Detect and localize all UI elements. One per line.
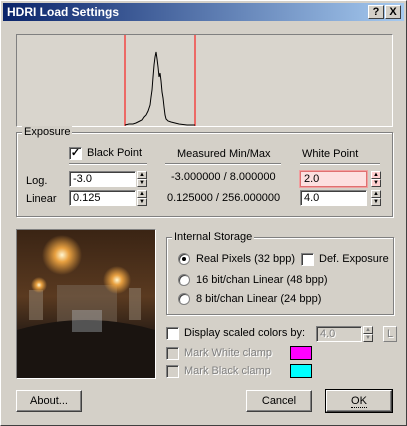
black-linear-spinner[interactable]: ▲ ▼ — [137, 190, 147, 206]
spin-up-icon[interactable]: ▲ — [137, 171, 147, 179]
black-point-label: Black Point — [87, 147, 143, 159]
display-scaled-input[interactable]: 4.0 — [316, 326, 362, 342]
white-log-spinner[interactable]: ▲ ▼ — [371, 171, 381, 187]
histogram-curve — [124, 51, 195, 126]
measured-linear-value: 0.125000 / 256.000000 — [167, 192, 281, 204]
measured-log-value: -3.000000 / 8.000000 — [171, 171, 276, 183]
hdri-load-settings-dialog: HDRI Load Settings ? X Exposure ✓ Black … — [0, 0, 407, 426]
histogram-plot — [124, 35, 196, 126]
storage-8bit-radio[interactable] — [178, 293, 190, 305]
cancel-button[interactable]: Cancel — [246, 390, 312, 412]
mark-black-clamp-checkbox[interactable] — [166, 365, 179, 378]
exposure-group-label: Exposure — [22, 126, 73, 138]
black-linear-input[interactable]: 0.125 — [69, 190, 136, 206]
log-row-label: Log. — [26, 175, 48, 187]
storage-16bit-radio[interactable] — [178, 274, 190, 286]
title-bar[interactable]: HDRI Load Settings ? X — [3, 3, 404, 21]
spin-up-icon[interactable]: ▲ — [137, 190, 147, 198]
storage-real-pixels-radio[interactable] — [178, 253, 190, 265]
spin-down-icon[interactable]: ▼ — [371, 179, 381, 187]
storage-16bit-label[interactable]: 16 bit/chan Linear (48 bpp) — [196, 274, 327, 287]
black-log-spinner[interactable]: ▲ ▼ — [137, 171, 147, 187]
spin-down-icon[interactable]: ▼ — [137, 179, 147, 187]
white-linear-input[interactable]: 4.0 — [300, 190, 367, 206]
display-scaled-label[interactable]: Display scaled colors by: — [184, 327, 305, 340]
spin-up-icon[interactable]: ▲ — [371, 171, 381, 179]
white-point-header: White Point — [302, 148, 359, 160]
black-log-input[interactable]: -3.0 — [69, 171, 136, 187]
mark-white-clamp-checkbox[interactable] — [166, 347, 179, 360]
black-point-divider — [69, 163, 147, 165]
mark-black-clamp-label[interactable]: Mark Black clamp — [184, 365, 271, 378]
def-exposure-checkbox[interactable] — [301, 253, 314, 266]
lock-button[interactable]: L — [383, 326, 397, 342]
display-scaled-spinner[interactable]: ▲ ▼ — [363, 326, 373, 342]
ok-button-label: OK — [351, 395, 367, 408]
hdri-preview-image — [16, 229, 156, 379]
spin-down-icon[interactable]: ▼ — [371, 198, 381, 206]
measured-min-max-header: Measured Min/Max — [177, 148, 271, 160]
internal-storage-group-label: Internal Storage — [172, 231, 255, 243]
about-button[interactable]: About... — [16, 390, 82, 412]
white-log-input[interactable]: 2.0 — [300, 171, 367, 187]
display-scaled-checkbox[interactable] — [166, 327, 179, 340]
window-title: HDRI Load Settings — [7, 5, 120, 19]
mark-white-clamp-label[interactable]: Mark White clamp — [184, 347, 272, 360]
white-linear-spinner[interactable]: ▲ ▼ — [371, 190, 381, 206]
storage-real-pixels-label[interactable]: Real Pixels (32 bpp) — [196, 253, 295, 266]
spin-down-icon[interactable]: ▼ — [363, 334, 373, 342]
white-clamp-color-swatch[interactable] — [290, 346, 312, 360]
black-clamp-color-swatch[interactable] — [290, 364, 312, 378]
linear-row-label: Linear — [26, 193, 57, 205]
histogram[interactable] — [16, 34, 393, 127]
measured-divider — [165, 163, 281, 165]
ok-button[interactable]: OK — [325, 389, 393, 413]
storage-8bit-label[interactable]: 8 bit/chan Linear (24 bpp) — [196, 293, 321, 306]
spin-up-icon[interactable]: ▲ — [371, 190, 381, 198]
def-exposure-label[interactable]: Def. Exposure — [319, 253, 389, 266]
spin-down-icon[interactable]: ▼ — [137, 198, 147, 206]
black-point-checkbox[interactable]: ✓ — [69, 147, 82, 160]
help-button[interactable]: ? — [368, 5, 384, 19]
white-point-divider — [300, 163, 380, 165]
spin-up-icon[interactable]: ▲ — [363, 326, 373, 334]
close-button[interactable]: X — [385, 5, 401, 19]
